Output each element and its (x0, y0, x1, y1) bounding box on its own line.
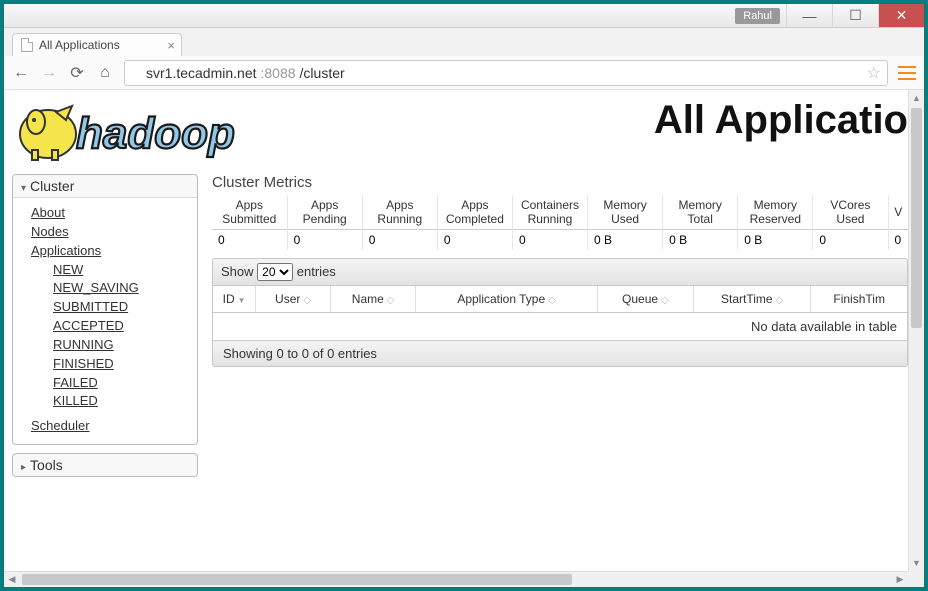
metrics-header: Apps Completed (437, 195, 512, 230)
col-queue[interactable]: Queue (597, 286, 693, 312)
viewport: hadoop All Applicatio ▾Cluster About Nod… (4, 90, 924, 587)
page-icon (21, 38, 33, 52)
page: hadoop All Applicatio ▾Cluster About Nod… (4, 90, 908, 571)
metrics-value: 0 (362, 230, 437, 251)
titlebar: Rahul — ☐ ✕ (4, 4, 924, 28)
chrome-window: Rahul — ☐ ✕ All Applications × ← → ⟳ ⌂ s… (3, 3, 925, 588)
col-name[interactable]: Name (330, 286, 415, 312)
url-host: svr1.tecadmin.net (146, 65, 257, 81)
datatable-info: Showing 0 to 0 of 0 entries (212, 341, 908, 367)
sidebar-link-state-running[interactable]: RUNNING (53, 336, 187, 355)
metrics-header: Apps Running (362, 195, 437, 230)
metrics-value: 0 (512, 230, 587, 251)
svg-text:hadoop: hadoop (76, 109, 235, 158)
sidebar-link-state-accepted[interactable]: ACCEPTED (53, 317, 187, 336)
metrics-header: Containers Running (512, 195, 587, 230)
cluster-metrics-table: Apps Submitted Apps Pending Apps Running… (212, 195, 908, 250)
cluster-panel-header[interactable]: ▾Cluster (13, 175, 197, 198)
tools-panel: ▸Tools (12, 453, 198, 477)
hadoop-logo: hadoop (12, 98, 302, 164)
sidebar-link-scheduler[interactable]: Scheduler (31, 417, 187, 436)
minimize-button[interactable]: — (786, 4, 832, 27)
metrics-value: 0 (813, 230, 888, 251)
address-bar[interactable]: svr1.tecadmin.net:8088/cluster ☆ (124, 60, 888, 86)
metrics-value: 0 B (663, 230, 738, 251)
page-size-select[interactable]: 20 (257, 263, 293, 281)
reload-button[interactable]: ⟳ (68, 64, 86, 82)
user-badge: Rahul (735, 8, 780, 24)
col-finishtime[interactable]: FinishTim (811, 286, 907, 312)
metrics-value: 0 (437, 230, 512, 251)
sidebar-link-state-finished[interactable]: FINISHED (53, 355, 187, 374)
vertical-scrollbar[interactable]: ▲▼ (908, 90, 924, 571)
sidebar-link-applications[interactable]: Applications (31, 242, 187, 261)
sidebar-link-state-new-saving[interactable]: NEW_SAVING (53, 279, 187, 298)
toolbar: ← → ⟳ ⌂ svr1.tecadmin.net:8088/cluster ☆ (4, 56, 924, 90)
col-user[interactable]: User (256, 286, 331, 312)
body: ▾Cluster About Nodes Applications NEW NE… (12, 174, 908, 485)
tab-close-icon[interactable]: × (167, 38, 175, 53)
sidebar-link-state-killed[interactable]: KILLED (53, 392, 187, 411)
url-path: /cluster (300, 65, 345, 81)
page-title: All Applicatio (654, 98, 908, 143)
col-id[interactable]: ID (213, 286, 256, 312)
metrics-header: Memory Total (663, 195, 738, 230)
applications-table-header: ID User Name Application Type Queue Star… (212, 286, 908, 313)
sidebar-link-nodes[interactable]: Nodes (31, 223, 187, 242)
metrics-header: Memory Used (588, 195, 663, 230)
back-button[interactable]: ← (12, 64, 30, 82)
metrics-value: 0 B (588, 230, 663, 251)
tab-title: All Applications (39, 38, 120, 52)
metrics-header: Apps Submitted (212, 195, 287, 230)
col-starttime[interactable]: StartTime (693, 286, 810, 312)
hamburger-menu-button[interactable] (898, 66, 916, 80)
metrics-value: 0 B (738, 230, 813, 251)
page-header: hadoop All Applicatio (12, 98, 908, 164)
metrics-header: Apps Pending (287, 195, 362, 230)
col-apptype[interactable]: Application Type (416, 286, 598, 312)
sidebar-link-state-new[interactable]: NEW (53, 261, 187, 280)
metrics-header: V (888, 195, 908, 230)
forward-button[interactable]: → (40, 64, 58, 82)
metrics-value: 0 (888, 230, 908, 251)
tools-panel-header[interactable]: ▸Tools (13, 454, 197, 476)
metrics-header: VCores Used (813, 195, 888, 230)
maximize-button[interactable]: ☐ (832, 4, 878, 27)
main-content: Cluster Metrics Apps Submitted Apps Pend… (212, 174, 908, 485)
close-button[interactable]: ✕ (878, 4, 924, 27)
tab-strip: All Applications × (4, 28, 924, 56)
page-icon (131, 66, 142, 79)
url-port: :8088 (261, 65, 296, 81)
browser-tab[interactable]: All Applications × (12, 33, 182, 56)
sidebar-link-state-failed[interactable]: FAILED (53, 374, 187, 393)
sidebar: ▾Cluster About Nodes Applications NEW NE… (12, 174, 198, 485)
metrics-header: Memory Reserved (738, 195, 813, 230)
metrics-value: 0 (212, 230, 287, 251)
metrics-value: 0 (287, 230, 362, 251)
scroll-corner (908, 571, 924, 587)
bookmark-star-icon[interactable]: ☆ (867, 63, 881, 83)
home-button[interactable]: ⌂ (96, 64, 114, 82)
datatable-empty-message: No data available in table (212, 313, 908, 341)
datatable-length-control: Show 20 entries (212, 258, 908, 286)
horizontal-scrollbar[interactable]: ◀▶ (4, 571, 908, 587)
cluster-metrics-title: Cluster Metrics (212, 174, 908, 191)
sidebar-link-about[interactable]: About (31, 204, 187, 223)
sidebar-link-state-submitted[interactable]: SUBMITTED (53, 298, 187, 317)
cluster-panel: ▾Cluster About Nodes Applications NEW NE… (12, 174, 198, 445)
